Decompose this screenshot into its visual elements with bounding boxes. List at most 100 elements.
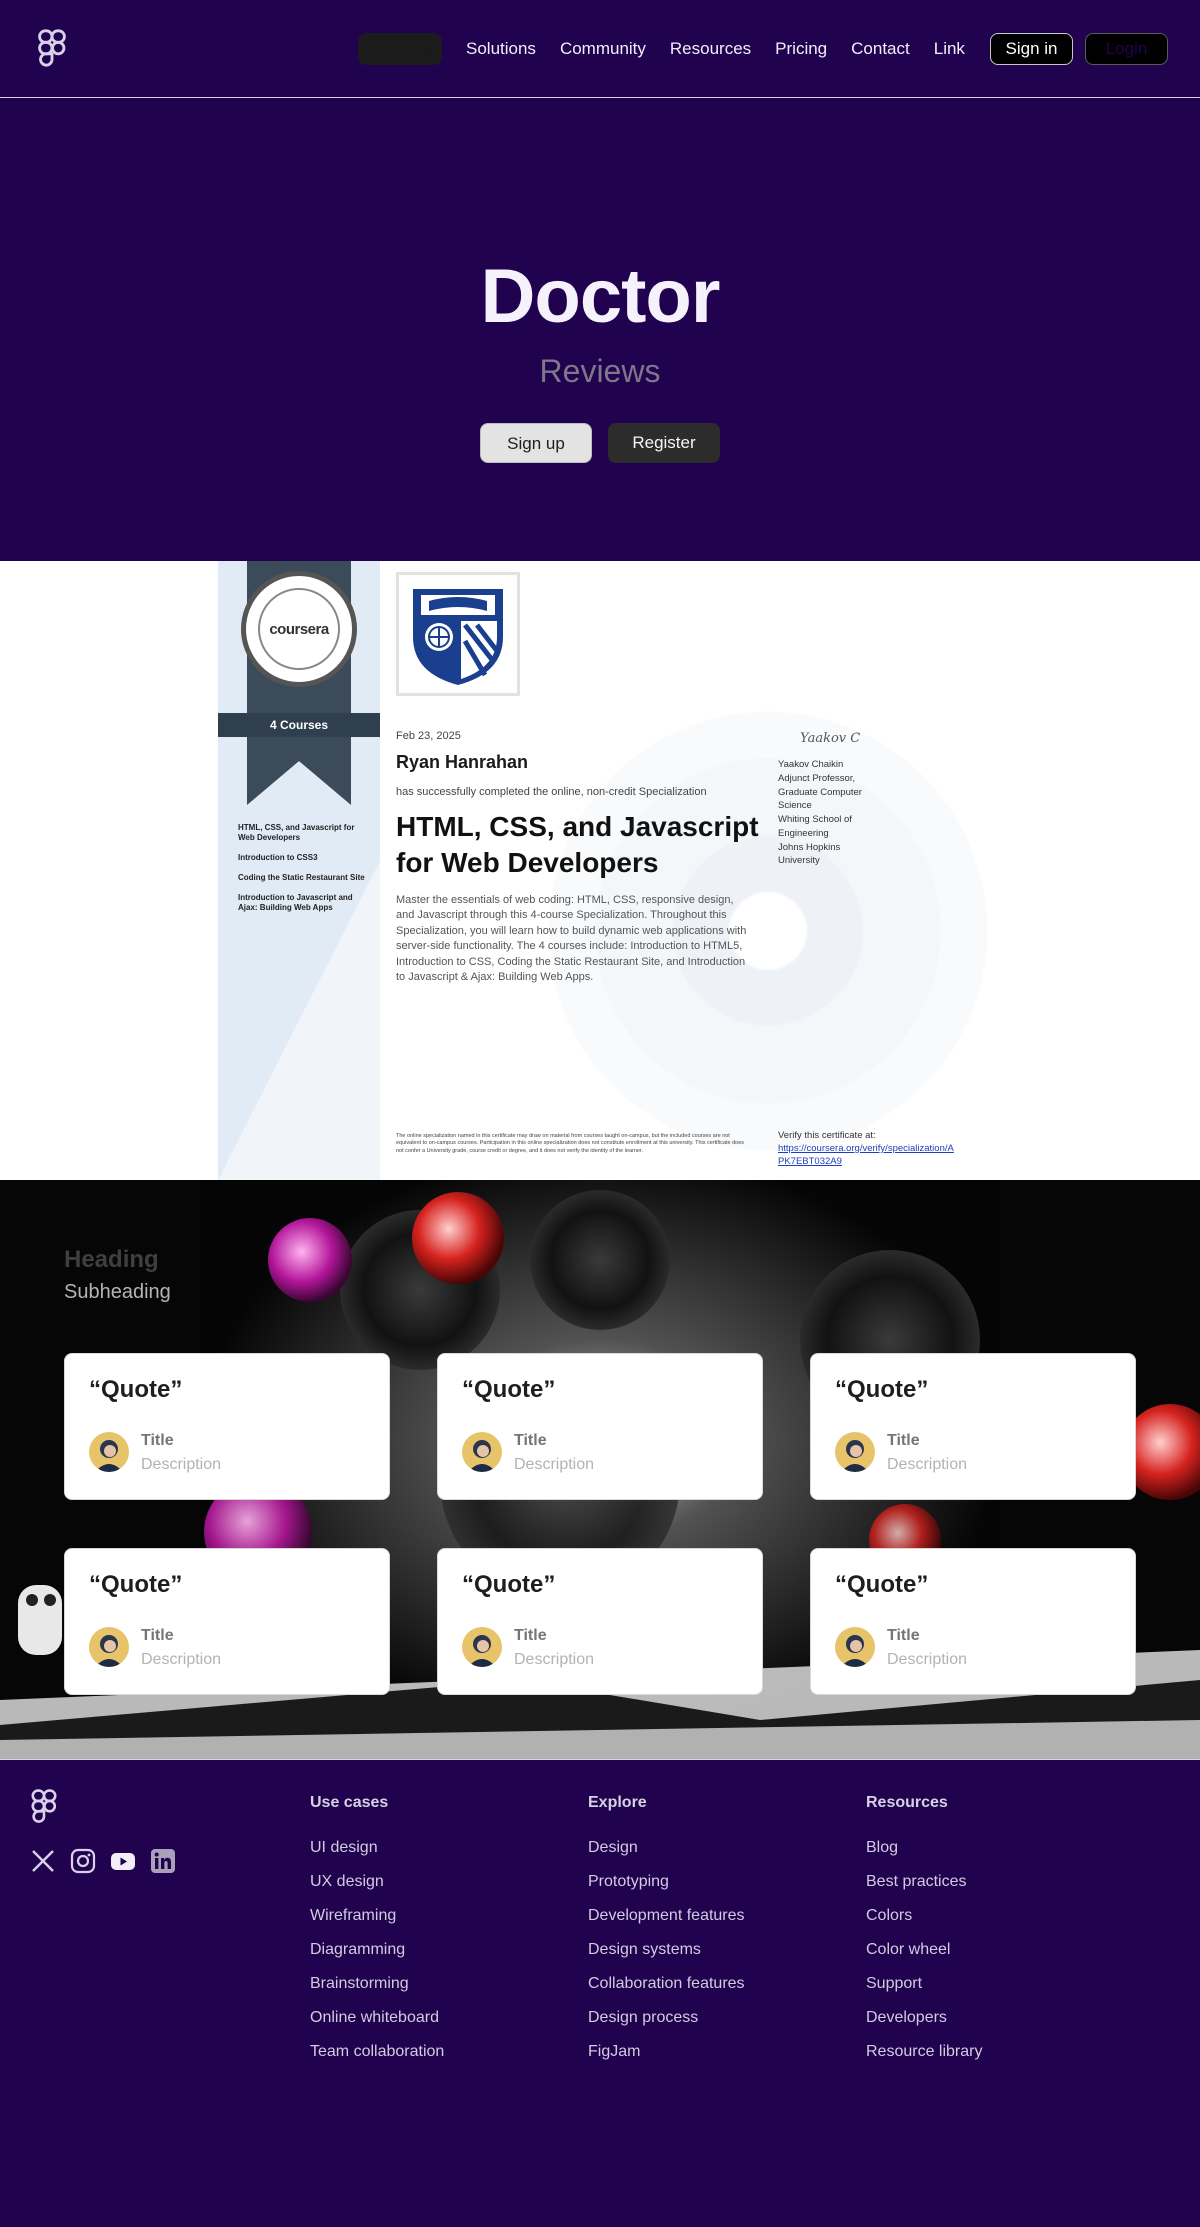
section-heading: Heading [64, 1246, 159, 1273]
figma-logo-icon[interactable] [36, 28, 68, 70]
footer-link[interactable]: Wireframing [310, 1907, 444, 1925]
testimonial-quote: “Quote” [89, 1571, 183, 1598]
footer-column-resources: Resources Blog Best practices Colors Col… [866, 1794, 982, 2077]
testimonial-card: “Quote” Title Description [64, 1353, 390, 1500]
signer-line: Adjunct Professor, [778, 772, 856, 784]
testimonial-description: Description [887, 1456, 968, 1473]
signer-line: Engineering [778, 827, 829, 839]
testimonial-quote: “Quote” [462, 1376, 556, 1403]
social-links [30, 1848, 176, 1874]
signer-line: Whiting School of [778, 814, 852, 826]
signer-info: Yaakov Chaikin Adjunct Professor, Gradua… [778, 758, 878, 868]
testimonial-card: “Quote” Title Description [437, 1353, 763, 1500]
verify-url-link[interactable]: https://coursera.org/verify/specializati… [778, 1143, 958, 1169]
recipient-name: Ryan Hanrahan [396, 752, 529, 772]
footer-link[interactable]: Collaboration features [588, 1975, 745, 1993]
course-item: Coding the Static Restaurant Site [238, 873, 365, 882]
testimonial-title: Title [887, 1627, 920, 1644]
hero-title: Doctor [480, 254, 721, 339]
footer-link[interactable]: UX design [310, 1873, 444, 1891]
nav-link-link[interactable]: Link [922, 33, 977, 65]
testimonial-card: “Quote” Title Description [437, 1548, 763, 1695]
shield-icon [413, 589, 503, 685]
certificate-fine-print: The online specialization named in this … [396, 1133, 745, 1154]
sign-in-button[interactable]: Sign in [990, 33, 1073, 65]
footer-link[interactable]: Online whiteboard [310, 2009, 444, 2027]
course-item: Introduction to Javascript and Ajax: Bui… [238, 893, 353, 912]
testimonial-quote: “Quote” [89, 1376, 183, 1403]
footer-link[interactable]: Colors [866, 1907, 982, 1925]
nav-link-pricing[interactable]: Pricing [763, 33, 839, 65]
nav-link-contact[interactable]: Contact [839, 33, 922, 65]
testimonial-description: Description [141, 1456, 222, 1473]
testimonial-quote: “Quote” [835, 1571, 929, 1598]
signer-line: Yaakov Chaikin [778, 759, 844, 770]
avatar [89, 1627, 129, 1667]
certificate-image: 4 Courses coursera HTML, CSS, and Javasc… [218, 561, 1008, 1180]
testimonial-quote: “Quote” [462, 1571, 556, 1598]
testimonial-card: “Quote” Title Description [64, 1548, 390, 1695]
testimonial-title: Title [514, 1432, 547, 1449]
top-navigation: Products Solutions Community Resources P… [0, 0, 1200, 98]
signer-line: Graduate Computer [778, 786, 862, 798]
footer-column-use-cases: Use cases UI design UX design Wireframin… [310, 1794, 444, 2077]
figma-logo-icon[interactable] [30, 1788, 58, 1826]
course-item: HTML, CSS, and Javascript for Web Develo… [238, 823, 355, 842]
instructor-signature: Yaakov C [800, 731, 861, 746]
footer-link[interactable]: Resource library [866, 2043, 982, 2061]
testimonial-title: Title [514, 1627, 547, 1644]
footer-link[interactable]: Best practices [866, 1873, 982, 1891]
signer-line: Johns Hopkins [778, 841, 841, 853]
footer-column-heading: Explore [588, 1794, 647, 1811]
avatar [835, 1627, 875, 1667]
nav-link-active[interactable]: Products [358, 33, 442, 65]
avatar [462, 1432, 502, 1472]
testimonial-card: “Quote” Title Description [810, 1548, 1136, 1695]
footer-link[interactable]: Design [588, 1839, 745, 1857]
course-item: Introduction to CSS3 [238, 853, 318, 862]
sign-up-button[interactable]: Sign up [480, 423, 592, 463]
avatar [462, 1627, 502, 1667]
footer-link[interactable]: Design systems [588, 1941, 745, 1959]
nav-link-community[interactable]: Community [548, 33, 658, 65]
footer-link[interactable]: Support [866, 1975, 982, 1993]
footer-link[interactable]: Prototyping [588, 1873, 745, 1891]
course-list: HTML, CSS, and Javascript for Web Develo… [238, 823, 368, 923]
footer-link[interactable]: Developers [866, 2009, 982, 2027]
footer-link[interactable]: UI design [310, 1839, 444, 1857]
testimonial-quote: “Quote” [835, 1376, 929, 1403]
specialization-title: HTML, CSS, and Javascript for Web Develo… [396, 811, 759, 879]
login-button[interactable]: Login [1085, 33, 1168, 65]
testimonial-description: Description [514, 1651, 595, 1668]
footer-column-heading: Use cases [310, 1794, 389, 1811]
certificate-date: Feb 23, 2025 [396, 730, 461, 742]
footer-link[interactable]: Development features [588, 1907, 745, 1925]
avatar [835, 1432, 875, 1472]
footer-column-explore: Explore Design Prototyping Development f… [588, 1794, 745, 2077]
signer-line: Science [778, 800, 812, 812]
footer-link[interactable]: FigJam [588, 2043, 745, 2061]
footer-column-heading: Resources [866, 1794, 948, 1811]
footer-link[interactable]: Brainstorming [310, 1975, 444, 1993]
footer-link[interactable]: Blog [866, 1839, 982, 1857]
register-button[interactable]: Register [608, 423, 720, 463]
courses-badge: 4 Courses [218, 713, 380, 737]
testimonial-description: Description [887, 1651, 968, 1668]
testimonial-card: “Quote” Title Description [810, 1353, 1136, 1500]
coursera-seal: coursera [241, 571, 357, 687]
certificate-section: 4 Courses coursera HTML, CSS, and Javasc… [0, 561, 1200, 1180]
certificate-sidebar: 4 Courses coursera HTML, CSS, and Javasc… [218, 561, 380, 1180]
completion-text: has successfully completed the online, n… [396, 786, 707, 798]
footer-link[interactable]: Diagramming [310, 1941, 444, 1959]
instagram-icon[interactable] [70, 1848, 96, 1874]
x-icon[interactable] [30, 1848, 56, 1874]
footer-link[interactable]: Design process [588, 2009, 745, 2027]
youtube-icon[interactable] [110, 1848, 136, 1874]
nav-link-solutions[interactable]: Solutions [454, 33, 548, 65]
linkedin-icon[interactable] [150, 1848, 176, 1874]
nav-link-resources[interactable]: Resources [658, 33, 763, 65]
testimonial-description: Description [514, 1456, 595, 1473]
testimonial-description: Description [141, 1651, 222, 1668]
footer-link[interactable]: Team collaboration [310, 2043, 444, 2061]
footer-link[interactable]: Color wheel [866, 1941, 982, 1959]
